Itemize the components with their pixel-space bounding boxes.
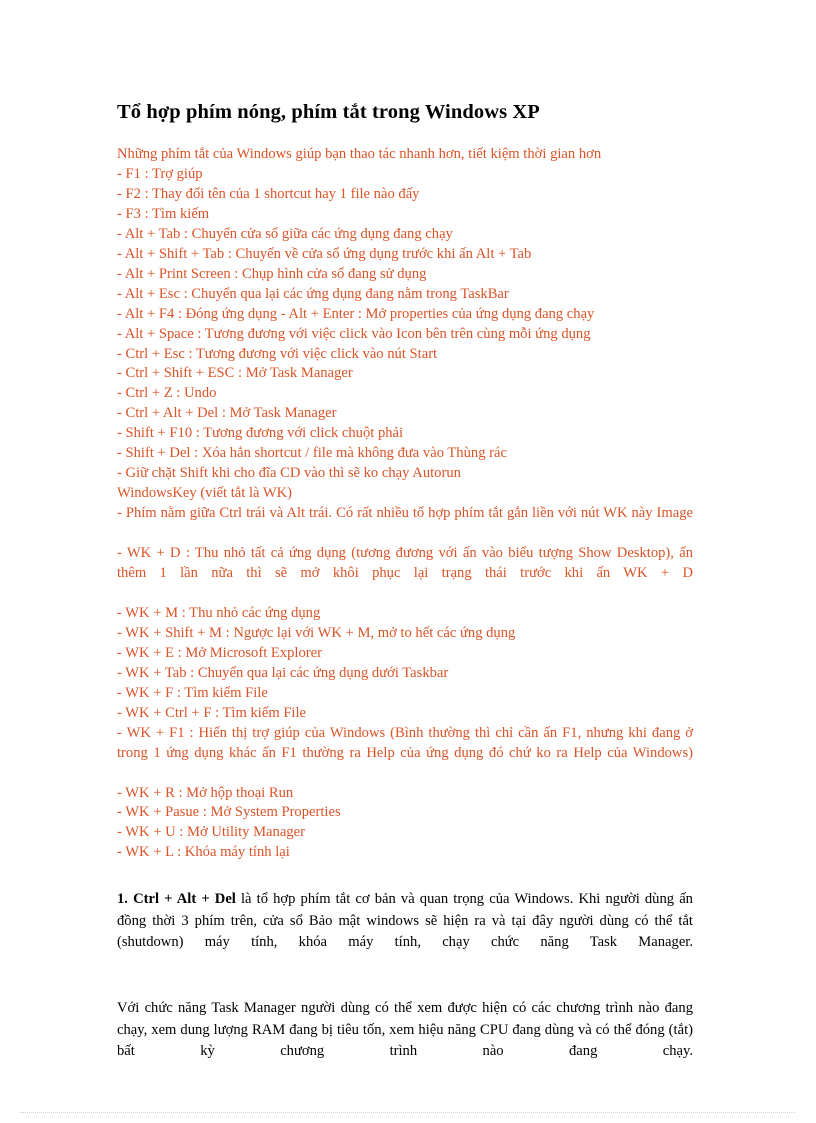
- shortcut-line: - Alt + Space : Tương đương với việc cli…: [117, 325, 591, 342]
- footer-divider: [20, 1112, 796, 1113]
- shortcut-line: - F3 : Tìm kiếm: [117, 205, 210, 222]
- shortcut-line: - Ctrl + Shift + ESC : Mở Task Manager: [117, 365, 353, 382]
- shortcut-line: - Alt + Tab : Chuyển cửa sổ giữa các ứng…: [117, 225, 453, 242]
- shortcut-line: - Ctrl + Alt + Del : Mở Task Manager: [117, 405, 337, 422]
- shortcut-line: - Alt + F4 : Đóng ứng dụng - Alt + Enter…: [117, 305, 595, 322]
- shortcut-line: - Ctrl + Z : Undo: [117, 385, 217, 402]
- shortcut-line: - Shift + Del : Xóa hẳn shortcut / file …: [117, 445, 507, 462]
- paragraph-ctrl-alt-del: 1. Ctrl + Alt + Del là tổ hợp phím tắt c…: [117, 889, 693, 975]
- document-body: Tổ hợp phím nóng, phím tắt trong Windows…: [117, 99, 693, 1084]
- shortcut-line: - WK + L : Khóa máy tính lại: [117, 844, 290, 861]
- shortcut-line: - WK + F1 : Hiển thị trợ giúp của Window…: [117, 724, 693, 761]
- shortcut-line: - F1 : Trợ giúp: [117, 165, 203, 182]
- paragraph-lead-bold: 1. Ctrl + Alt + Del: [117, 891, 236, 908]
- shortcut-line: - Alt + Shift + Tab : Chuyển về cửa sổ ứ…: [117, 245, 532, 262]
- shortcut-line: - WK + R : Mở hộp thoại Run: [117, 784, 294, 801]
- shortcut-list: Những phím tắt của Windows giúp bạn thao…: [117, 145, 693, 863]
- shortcut-line: - WK + M : Thu nhỏ các ứng dụng: [117, 604, 321, 621]
- shortcut-line: - Alt + Print Screen : Chụp hình cửa sổ …: [117, 265, 427, 282]
- shortcut-line: - WK + Ctrl + F : Tìm kiếm File: [117, 704, 307, 721]
- shortcut-line: - Alt + Esc : Chuyển qua lại các ứng dụn…: [117, 285, 509, 302]
- shortcut-line: - Giữ chặt Shift khi cho đĩa CD vào thì …: [117, 465, 461, 482]
- shortcut-line: - Ctrl + Esc : Tương đương với việc clic…: [117, 345, 438, 362]
- shortcut-line: - Shift + F10 : Tương đương với click ch…: [117, 425, 404, 442]
- intro-line: Những phím tắt của Windows giúp bạn thao…: [117, 146, 602, 162]
- shortcut-line: - WK + Pasue : Mở System Properties: [117, 804, 341, 821]
- document-page: Tổ hợp phím nóng, phím tắt trong Windows…: [0, 0, 816, 1123]
- shortcut-line: - F2 : Thay đổi tên của 1 shortcut hay 1…: [117, 185, 420, 202]
- shortcut-line: - WK + E : Mở Microsoft Explorer: [117, 644, 322, 661]
- shortcut-line: - WK + U : Mở Utility Manager: [117, 824, 305, 841]
- paragraph-task-manager: Với chức năng Task Manager người dùng có…: [117, 1000, 693, 1060]
- shortcut-line: - WK + Tab : Chuyển qua lại các ứng dụng…: [117, 664, 449, 681]
- shortcut-line: - WK + Shift + M : Ngược lại với WK + M,…: [117, 624, 516, 641]
- shortcut-line: - WK + D : Thu nhỏ tất cả ứng dụng (tươn…: [117, 545, 693, 582]
- shortcut-line: WindowsKey (viết tắt là WK): [117, 485, 293, 502]
- page-title: Tổ hợp phím nóng, phím tắt trong Windows…: [117, 101, 540, 123]
- shortcut-line: - Phím nằm giữa Ctrl trái và Alt trái. C…: [117, 505, 693, 522]
- shortcut-line: - WK + F : Tìm kiếm File: [117, 684, 268, 701]
